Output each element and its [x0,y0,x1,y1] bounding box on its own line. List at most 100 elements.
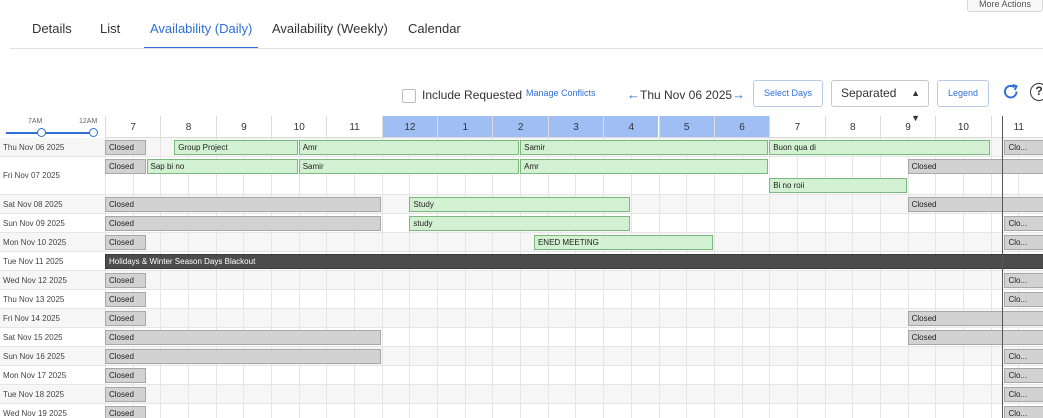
booking-block[interactable]: Buon qua di [769,140,990,155]
closed-block[interactable]: Clo... [1004,406,1043,418]
closed-block[interactable]: Clo... [1004,216,1043,231]
grid-row[interactable]: Mon Nov 10 2025 Closed ENED MEETING Clo... [0,233,1043,252]
slider-track[interactable] [6,132,94,134]
hour-header-cell: 5 [658,116,714,138]
grid-line [658,290,660,308]
booking-block[interactable]: Bi no roii [769,178,907,193]
booking-block[interactable]: ENED MEETING [533,235,713,250]
grid-row[interactable]: Fri Nov 07 2025 Closed Sap bi no Samir Amr Cl… [0,157,1043,195]
booking-block[interactable]: Samir [298,159,520,174]
grid-line [188,366,190,384]
select-days-button[interactable]: Select Days [753,80,823,107]
closed-block[interactable]: Closed [105,235,146,250]
grid-row[interactable]: Thu Nov 06 2025 Closed Group Project Amr Sam… [0,138,1043,157]
booking-block[interactable]: Study [409,197,630,212]
tab-details[interactable]: Details [32,10,72,48]
hour-header-cell: 9 [879,116,936,138]
slider-start-handle[interactable] [37,128,46,137]
grid-row[interactable]: Fri Nov 14 2025 Closed Closed [0,309,1043,328]
grid-line [658,385,660,403]
more-actions-button[interactable]: More Actions [967,0,1043,12]
closed-block[interactable]: Clo... [1004,273,1043,288]
grid-line [686,309,688,327]
tab-availability-daily[interactable]: Availability (Daily) [143,10,259,49]
closed-block[interactable]: Closed [105,292,146,307]
closed-block[interactable]: Closed [105,368,146,383]
grid-line [160,233,162,251]
refresh-icon[interactable] [1002,83,1020,101]
grid-line [879,347,881,365]
booking-block[interactable]: Amr [298,140,520,155]
grid-row[interactable]: Tue Nov 11 2025 Holidays & Winter Season … [0,252,1043,271]
closed-block[interactable]: Closed [907,311,1043,326]
closed-block[interactable]: Closed [907,197,1043,212]
closed-block[interactable]: Closed [105,273,146,288]
grid-row[interactable]: Tue Nov 18 2025 Closed Clo... [0,385,1043,404]
grid-row[interactable]: Wed Nov 19 2025 Closed Clo... [0,404,1043,418]
grid-line [686,271,688,289]
grid-line [796,347,798,365]
closed-block[interactable]: Clo... [1004,235,1043,250]
closed-block[interactable]: Closed [105,140,146,155]
closed-block[interactable]: Closed [105,406,146,418]
closed-block[interactable]: Closed [105,311,146,326]
help-icon[interactable]: ? [1030,83,1043,101]
grid-row[interactable]: Sat Nov 08 2025 Closed Study Closed [0,195,1043,214]
grid-line [741,214,743,232]
grid-line [630,195,632,213]
manage-conflicts-link[interactable]: Manage Conflicts [526,88,596,98]
grid-row[interactable]: Mon Nov 17 2025 Closed Clo... [0,366,1043,385]
closed-block[interactable]: Closed [105,387,146,402]
booking-block[interactable]: Samir [520,140,769,155]
next-day-arrow-icon[interactable]: → [732,87,745,102]
include-requested-label[interactable]: Include Requested [422,88,522,102]
closed-block[interactable]: Closed [907,159,1043,174]
booking-block[interactable]: study [409,216,630,231]
grid-line [381,309,383,327]
grid-line [824,366,826,384]
grid-line [852,271,854,289]
closed-block[interactable]: Closed [105,330,381,345]
closed-block[interactable]: Closed [105,197,381,212]
grid-line [298,366,300,384]
grid-line [437,347,439,365]
booking-block[interactable]: Sap bi no [146,159,298,174]
booking-block[interactable]: Group Project [174,140,298,155]
slider-end-handle[interactable] [89,128,98,137]
grid-row[interactable]: Wed Nov 12 2025 Closed Clo... [0,271,1043,290]
tab-availability-weekly[interactable]: Availability (Weekly) [272,10,388,48]
grid-line [741,366,743,384]
grid-line [630,271,632,289]
closed-block[interactable]: Closed [105,159,146,174]
closed-block[interactable]: Closed [907,330,1043,345]
grid-row[interactable]: Sun Nov 09 2025 Closed study Clo... [0,214,1043,233]
closed-block[interactable]: Clo... [1004,368,1043,383]
grid-row[interactable]: Sat Nov 15 2025 Closed Closed [0,328,1043,347]
grid-line [962,347,964,365]
closed-block[interactable]: Clo... [1004,140,1043,155]
grid-line [658,214,660,232]
legend-button[interactable]: Legend [937,80,989,107]
prev-day-arrow-icon[interactable]: ← [627,87,640,102]
view-mode-select[interactable]: Separated ▲ ▼ [831,80,929,123]
grid-line [215,385,217,403]
grid-line [354,271,356,289]
grid-row[interactable]: Sun Nov 16 2025 Closed Clo... [0,347,1043,366]
closed-block[interactable]: Clo... [1004,292,1043,307]
tab-calendar[interactable]: Calendar [408,10,461,48]
closed-block[interactable]: Clo... [1004,387,1043,402]
current-date-label[interactable]: Thu Nov 06 2025 [640,88,732,102]
include-requested-checkbox[interactable] [402,89,416,103]
tab-list[interactable]: List [100,10,120,48]
grid-line [298,233,300,251]
grid-line [990,385,992,403]
closed-block[interactable]: Closed [105,216,381,231]
blackout-block[interactable]: Holidays & Winter Season Days Blackout [105,254,1043,269]
booking-block[interactable]: Amr [520,159,769,174]
grid-line [520,290,522,308]
closed-block[interactable]: Clo... [1004,349,1043,364]
closed-block[interactable]: Closed [105,349,381,364]
grid-row[interactable]: Thu Nov 13 2025 Closed Clo... [0,290,1043,309]
grid-line [630,404,632,418]
time-range-slider[interactable]: 7AM 12AM [0,116,105,138]
